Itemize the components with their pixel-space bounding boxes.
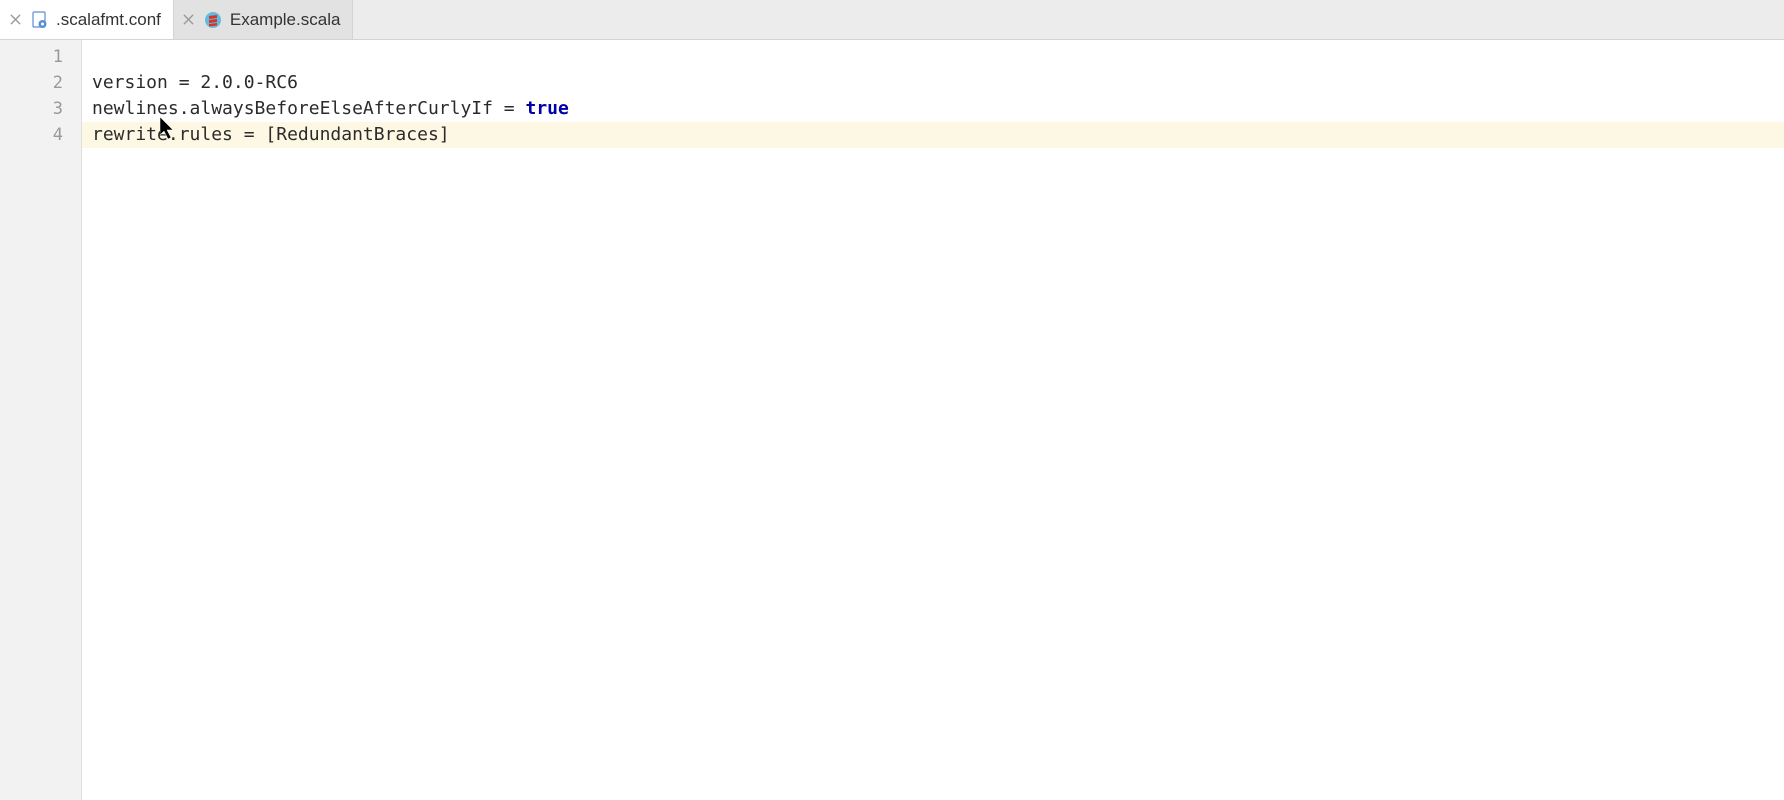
code-text-area[interactable]: version = 2.0.0-RC6 newlines.alwaysBefor… — [82, 40, 1784, 800]
tab-scalafmt-conf[interactable]: .scalafmt.conf — [0, 0, 174, 39]
tab-label: Example.scala — [230, 10, 341, 30]
tabs-bar: .scalafmt.conf Example.scala — [0, 0, 1784, 40]
gutter-line-number: 3 — [0, 96, 81, 122]
code-line-current: rewrite.rules = [RedundantBraces] — [82, 122, 1784, 148]
close-icon[interactable] — [8, 13, 22, 27]
code-line: newlines.alwaysBeforeElseAfterCurlyIf = … — [82, 96, 1784, 122]
file-conf-icon — [30, 11, 48, 29]
code-line — [82, 44, 1784, 70]
gutter-line-number: 4 — [0, 122, 81, 148]
editor-area: 1 2 3 4 version = 2.0.0-RC6 newlines.alw… — [0, 40, 1784, 800]
gutter: 1 2 3 4 — [0, 40, 82, 800]
close-icon[interactable] — [182, 13, 196, 27]
gutter-line-number: 1 — [0, 44, 81, 70]
tab-example-scala[interactable]: Example.scala — [174, 0, 354, 39]
code-line: version = 2.0.0-RC6 — [82, 70, 1784, 96]
file-scala-icon — [204, 11, 222, 29]
gutter-line-number: 2 — [0, 70, 81, 96]
keyword-true: true — [525, 98, 568, 119]
tab-label: .scalafmt.conf — [56, 10, 161, 30]
